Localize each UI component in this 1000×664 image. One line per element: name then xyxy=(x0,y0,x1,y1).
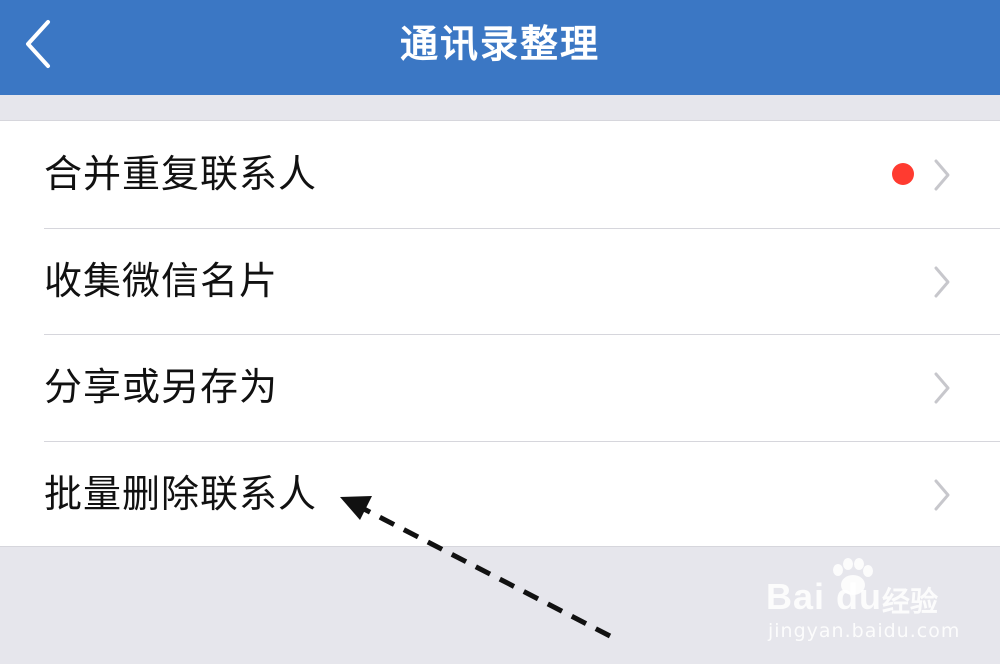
screen: 通讯录整理 合并重复联系人 收集微信名片 分享或另存为 批量删除联系人 Bai … xyxy=(0,0,1000,664)
watermark-url: jingyan.baidu.com xyxy=(768,620,961,642)
watermark-brand: Bai du xyxy=(766,576,883,617)
watermark-suffix: 经验 xyxy=(882,585,939,618)
baidu-jingyan-watermark: Bai du 经验 jingyan.baidu.com xyxy=(766,558,986,648)
